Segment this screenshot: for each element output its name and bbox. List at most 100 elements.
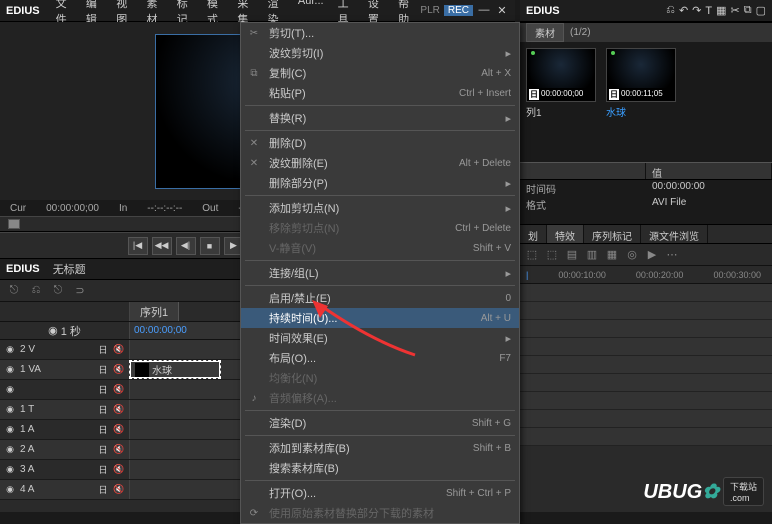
menu-item[interactable]: 打开(O)...Shift + Ctrl + P: [241, 483, 519, 503]
menu-item[interactable]: 搜索素材库(B): [241, 458, 519, 478]
menu-item[interactable]: 添加剪切点(N)▸: [241, 198, 519, 218]
scrub-handle[interactable]: [8, 219, 20, 229]
bin-tool-1[interactable]: ⎌: [666, 4, 675, 17]
minimize-button[interactable]: —: [477, 4, 491, 18]
mute-icon[interactable]: 🔇: [113, 364, 125, 376]
thumbnail-item[interactable]: 日00:00:00;00 列1: [526, 48, 596, 126]
mute-icon[interactable]: 🔇: [113, 344, 125, 356]
close-button[interactable]: ✕: [495, 4, 509, 18]
bin-tool-5[interactable]: ▦: [716, 4, 726, 17]
step-back-button[interactable]: ◀|: [176, 237, 196, 255]
r-track-row[interactable]: [520, 284, 772, 302]
rt-target-icon[interactable]: ◎: [624, 247, 640, 263]
track-header[interactable]: ◉2 V日🔇: [0, 340, 130, 359]
thumbnail-item[interactable]: 日00:00:11;05 水球: [606, 48, 676, 126]
tab-effects[interactable]: 特效: [547, 225, 584, 243]
sequence-tab-1[interactable]: 序列1: [130, 302, 179, 321]
eye-icon[interactable]: ◉: [4, 384, 16, 396]
tab-transition[interactable]: 划: [520, 225, 547, 243]
menu-item[interactable]: 时间效果(E)▸: [241, 328, 519, 348]
lock-icon[interactable]: 日: [97, 424, 109, 436]
tab-markers[interactable]: 序列标记: [584, 225, 641, 243]
menu-item[interactable]: ✕波纹删除(E)Alt + Delete: [241, 153, 519, 173]
r-track-row[interactable]: [520, 356, 772, 374]
mute-icon[interactable]: 🔇: [113, 444, 125, 456]
menu-item[interactable]: 启用/禁止(E)0: [241, 288, 519, 308]
scissors-icon[interactable]: ✂: [731, 4, 740, 17]
menu-item[interactable]: 渲染(D)Shift + G: [241, 413, 519, 433]
track-header[interactable]: ◉1 VA日🔇: [0, 360, 130, 379]
eye-icon[interactable]: ◉: [4, 464, 16, 476]
lock-icon[interactable]: 日: [97, 404, 109, 416]
eye-icon[interactable]: ◉: [4, 484, 16, 496]
track-header[interactable]: ◉1 A日🔇: [0, 420, 130, 439]
bin-tool-3[interactable]: ↷: [692, 4, 701, 17]
right-ruler[interactable]: | 00:00:10:00 00:00:20:00 00:00:30:00 00…: [520, 266, 772, 284]
menu-item[interactable]: 删除部分(P)▸: [241, 173, 519, 193]
bin-tool-t[interactable]: T: [705, 5, 712, 17]
mute-icon[interactable]: 🔇: [113, 404, 125, 416]
lock-icon[interactable]: 日: [97, 484, 109, 496]
eye-icon[interactable]: ◉: [4, 404, 16, 416]
tool-icon-3[interactable]: ⎋: [50, 283, 66, 299]
track-header[interactable]: ◉ 日 🔇: [0, 380, 130, 399]
menu-item[interactable]: 布局(O)...F7: [241, 348, 519, 368]
r-track-row[interactable]: [520, 392, 772, 410]
goto-start-button[interactable]: |◀: [128, 237, 148, 255]
rt-icon-2[interactable]: ⬚: [544, 247, 560, 263]
stop-button[interactable]: ■: [200, 237, 220, 255]
r-track-row[interactable]: [520, 410, 772, 428]
rt-icon-5[interactable]: ▦: [604, 247, 620, 263]
tool-icon-2[interactable]: ⎌: [28, 283, 44, 299]
menu-item[interactable]: 添加到素材库(B)Shift + B: [241, 438, 519, 458]
eye-icon[interactable]: ◉: [4, 344, 16, 356]
mute-icon[interactable]: 🔇: [113, 484, 125, 496]
lock-icon[interactable]: 日: [97, 344, 109, 356]
eye-icon[interactable]: ◉: [4, 444, 16, 456]
lock-icon[interactable]: 日: [97, 444, 109, 456]
r-track-row[interactable]: [520, 320, 772, 338]
rt-icon-8[interactable]: ⋯: [664, 247, 680, 263]
menu-item[interactable]: ✂剪切(T)...: [241, 23, 519, 43]
mute-icon[interactable]: 🔇: [113, 424, 125, 436]
menu-item[interactable]: 替换(R)▸: [241, 108, 519, 128]
magnet-icon[interactable]: ⊃: [72, 283, 88, 299]
mute-icon[interactable]: 🔇: [113, 464, 125, 476]
tab-source-browse[interactable]: 源文件浏览: [641, 225, 708, 243]
r-track-row[interactable]: [520, 302, 772, 320]
timeline-clip[interactable]: 水球: [130, 361, 220, 378]
menu-item[interactable]: 粘贴(P)Ctrl + Insert: [241, 83, 519, 103]
mute-icon[interactable]: 🔇: [113, 384, 125, 396]
rewind-button[interactable]: ◀◀: [152, 237, 172, 255]
menu-item-label: 布局(O)...: [269, 350, 316, 366]
bin-tab[interactable]: 素材: [526, 23, 564, 42]
lock-icon[interactable]: 日: [97, 364, 109, 376]
lock-icon[interactable]: 日: [97, 464, 109, 476]
menu-item[interactable]: ✕删除(D): [241, 133, 519, 153]
bin-tool-8[interactable]: ▢: [756, 4, 766, 17]
type-icon: 日: [529, 89, 539, 100]
menu-item[interactable]: 持续时间(U)...Alt + U: [241, 308, 519, 328]
r-track-row[interactable]: [520, 374, 772, 392]
rt-icon-4[interactable]: ▥: [584, 247, 600, 263]
eye-icon[interactable]: ◉: [4, 364, 16, 376]
bin-tool-2[interactable]: ↶: [679, 4, 688, 17]
rt-play-icon[interactable]: ▶: [644, 247, 660, 263]
rt-icon-3[interactable]: ▤: [564, 247, 580, 263]
r-track-row[interactable]: [520, 428, 772, 446]
menu-item[interactable]: 连接/组(L)▸: [241, 263, 519, 283]
menu-item[interactable]: 波纹剪切(I)▸: [241, 43, 519, 63]
r-track-row[interactable]: [520, 338, 772, 356]
track-header[interactable]: ◉2 A日🔇: [0, 440, 130, 459]
track-header[interactable]: ◉1 T日🔇: [0, 400, 130, 419]
submenu-arrow-icon: ▸: [505, 332, 511, 345]
menu-item[interactable]: ⧉复制(C)Alt + X: [241, 63, 519, 83]
lock-icon[interactable]: 日: [97, 384, 109, 396]
eye-icon[interactable]: ◉: [4, 424, 16, 436]
rt-icon-1[interactable]: ⬚: [524, 247, 540, 263]
bin-tool-7[interactable]: ⧉: [744, 4, 752, 17]
track-header[interactable]: ◉3 A日🔇: [0, 460, 130, 479]
track-header[interactable]: ◉4 A日🔇: [0, 480, 130, 499]
ruler-zoom-control[interactable]: ◉ 1 秒: [0, 322, 130, 339]
tool-icon-1[interactable]: ⎋: [6, 283, 22, 299]
